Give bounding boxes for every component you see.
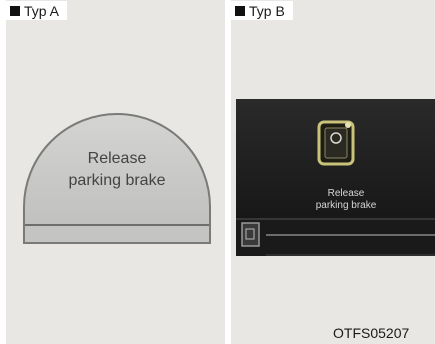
cluster-display: Release parking brake <box>236 99 435 256</box>
dome-message-line2: parking brake <box>68 172 166 189</box>
corner-icon <box>241 222 260 247</box>
dome-message: Release parking brake <box>18 148 216 192</box>
panel-type-b-label-text: Typ B <box>249 3 285 19</box>
display-message: Release parking brake <box>276 188 416 212</box>
panel-type-a-label: Typ A <box>6 1 68 20</box>
bullet-square-icon <box>235 6 245 16</box>
dome-message-line1: Release <box>87 150 147 167</box>
parking-brake-warning-icon <box>317 120 355 166</box>
display-message-line2: parking brake <box>315 200 377 211</box>
panel-type-a: Typ A Release parking brake <box>6 0 225 344</box>
panel-type-a-label-text: Typ A <box>24 3 60 19</box>
panel-type-b-label: Typ B <box>231 1 293 20</box>
figure: Typ A Release parking brake Typ B Releas… <box>0 0 435 344</box>
panel-type-b: Typ B Release parking brake <box>231 0 435 344</box>
figure-code: OTFS05207 <box>333 325 410 341</box>
display-message-line1: Release <box>327 188 365 199</box>
bullet-square-icon <box>10 6 20 16</box>
